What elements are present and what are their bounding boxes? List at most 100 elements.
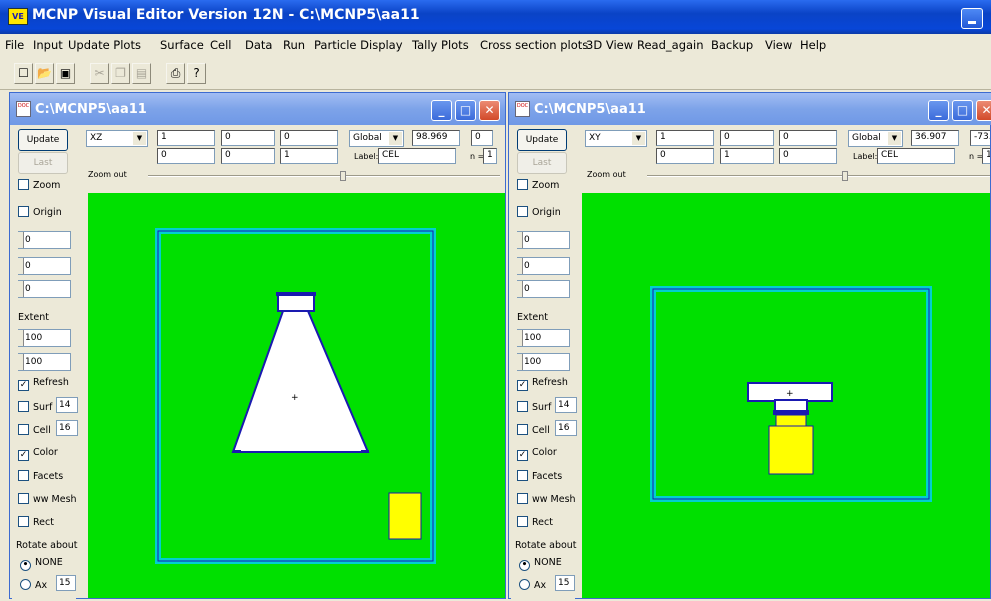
basis-r2-c1[interactable]: 0 xyxy=(157,148,215,164)
basis-r1-c2[interactable]: 0 xyxy=(720,130,774,146)
basis-r1-c1[interactable]: 1 xyxy=(157,130,215,146)
save-icon[interactable]: ▣ xyxy=(56,63,75,84)
menu-surface[interactable]: Surface xyxy=(160,38,204,52)
origin-z-input[interactable]: 0 xyxy=(18,280,71,298)
origin-checkbox[interactable]: Origin xyxy=(517,206,561,218)
print-icon[interactable]: ⎙ xyxy=(166,63,185,84)
last-button[interactable]: Last xyxy=(18,152,68,174)
view-plane-select[interactable]: XY ▼ xyxy=(585,130,647,147)
rotate-none-radio[interactable]: • NONE xyxy=(519,557,562,571)
refresh-checkbox[interactable]: ✓ Refresh xyxy=(517,377,568,391)
cell-checkbox[interactable]: Cell xyxy=(517,424,550,436)
menu-particle-display[interactable]: Particle Display xyxy=(314,38,403,52)
menu-input[interactable]: Input xyxy=(33,38,63,52)
menu-cross-section-plots[interactable]: Cross section plots xyxy=(480,38,588,52)
origin-y-input[interactable]: 0 xyxy=(517,257,570,275)
rotate-ax-radio[interactable]: Ax xyxy=(519,579,546,591)
basis-r2-c2[interactable]: 0 xyxy=(221,148,275,164)
zoom-slider-thumb[interactable] xyxy=(842,171,848,181)
minimize-button[interactable] xyxy=(961,8,983,29)
view-plane-select[interactable]: XZ ▼ xyxy=(86,130,148,147)
menu-tally-plots[interactable]: Tally Plots xyxy=(412,38,469,52)
cell-value[interactable]: 16 xyxy=(555,420,577,436)
extent-2-input[interactable]: 100 xyxy=(517,353,570,371)
rect-checkbox[interactable]: Rect xyxy=(517,516,553,528)
basis-r2-c3[interactable]: 0 xyxy=(779,148,837,164)
menu-run[interactable]: Run xyxy=(283,38,305,52)
menu-data[interactable]: Data xyxy=(245,38,272,52)
surf-value[interactable]: 14 xyxy=(56,397,78,413)
ax-value[interactable]: 15 xyxy=(56,575,76,591)
color-checkbox[interactable]: ✓ Color xyxy=(18,447,58,461)
plot-canvas[interactable]: + xyxy=(88,193,505,598)
minimize-button[interactable]: _ xyxy=(431,100,452,121)
facets-checkbox[interactable]: Facets xyxy=(517,470,562,482)
copy-icon[interactable]: ❐ xyxy=(111,63,130,84)
n-input[interactable]: 1 xyxy=(982,148,990,164)
refresh-checkbox[interactable]: ✓ Refresh xyxy=(18,377,69,391)
surf-value[interactable]: 14 xyxy=(555,397,577,413)
close-button[interactable]: ✕ xyxy=(976,100,991,121)
basis-r2-c1[interactable]: 0 xyxy=(656,148,714,164)
basis-r2-c2[interactable]: 1 xyxy=(720,148,774,164)
offset-input[interactable]: -73. xyxy=(970,130,990,146)
cell-checkbox[interactable]: Cell xyxy=(18,424,51,436)
coordinate-system-select[interactable]: Global ▼ xyxy=(349,130,404,147)
menu-read-again[interactable]: Read_again xyxy=(637,38,704,52)
cut-icon[interactable]: ✂ xyxy=(90,63,109,84)
basis-r1-c3[interactable]: 0 xyxy=(779,130,837,146)
offset-input[interactable]: 0 xyxy=(471,130,493,146)
cell-value[interactable]: 16 xyxy=(56,420,78,436)
surf-checkbox[interactable]: Surf xyxy=(18,401,52,413)
paste-icon[interactable]: ▤ xyxy=(132,63,151,84)
plot-canvas[interactable]: + xyxy=(582,193,990,598)
zoom-checkbox[interactable]: Zoom xyxy=(18,179,60,191)
origin-y-input[interactable]: 0 xyxy=(18,257,71,275)
help-icon[interactable]: ? xyxy=(187,63,206,84)
minimize-button[interactable]: _ xyxy=(928,100,949,121)
scale-input[interactable]: 98.969 xyxy=(412,130,460,146)
facets-checkbox[interactable]: Facets xyxy=(18,470,63,482)
basis-r1-c1[interactable]: 1 xyxy=(656,130,714,146)
menu-3d-view[interactable]: 3D View xyxy=(586,38,633,52)
zoom-slider[interactable] xyxy=(148,175,500,177)
update-button[interactable]: Update xyxy=(18,129,68,151)
zoom-slider-thumb[interactable] xyxy=(340,171,346,181)
zoom-slider[interactable] xyxy=(647,175,990,177)
maximize-button[interactable]: □ xyxy=(952,100,973,121)
label-input[interactable]: CEL xyxy=(877,148,955,164)
maximize-button[interactable]: □ xyxy=(455,100,476,121)
last-button[interactable]: Last xyxy=(517,152,567,174)
rect-checkbox[interactable]: Rect xyxy=(18,516,54,528)
menu-cell[interactable]: Cell xyxy=(210,38,232,52)
origin-x-input[interactable]: 0 xyxy=(18,231,71,249)
ax-value[interactable]: 15 xyxy=(555,575,575,591)
extent-2-input[interactable]: 100 xyxy=(18,353,71,371)
origin-z-input[interactable]: 0 xyxy=(517,280,570,298)
menu-backup[interactable]: Backup xyxy=(711,38,753,52)
basis-r2-c3[interactable]: 1 xyxy=(280,148,338,164)
extent-1-input[interactable]: 100 xyxy=(517,329,570,347)
basis-r1-c3[interactable]: 0 xyxy=(280,130,338,146)
scale-input[interactable]: 36.907 xyxy=(911,130,959,146)
surf-checkbox[interactable]: Surf xyxy=(517,401,551,413)
menu-help[interactable]: Help xyxy=(800,38,826,52)
wwmesh-checkbox[interactable]: ww Mesh xyxy=(517,493,576,505)
label-input[interactable]: CEL xyxy=(378,148,456,164)
rotate-none-radio[interactable]: • NONE xyxy=(20,557,63,571)
extent-1-input[interactable]: 100 xyxy=(18,329,71,347)
coordinate-system-select[interactable]: Global ▼ xyxy=(848,130,903,147)
basis-r1-c2[interactable]: 0 xyxy=(221,130,275,146)
close-button[interactable]: ✕ xyxy=(479,100,500,121)
origin-x-input[interactable]: 0 xyxy=(517,231,570,249)
menu-file[interactable]: File xyxy=(5,38,24,52)
update-button[interactable]: Update xyxy=(517,129,567,151)
rotate-ax-radio[interactable]: Ax xyxy=(20,579,47,591)
color-checkbox[interactable]: ✓ Color xyxy=(517,447,557,461)
new-icon[interactable]: ☐ xyxy=(14,63,33,84)
open-icon[interactable]: 📂 xyxy=(35,63,54,84)
wwmesh-checkbox[interactable]: ww Mesh xyxy=(18,493,77,505)
origin-checkbox[interactable]: Origin xyxy=(18,206,62,218)
menu-view[interactable]: View xyxy=(765,38,792,52)
menu-update-plots[interactable]: Update Plots xyxy=(68,38,141,52)
